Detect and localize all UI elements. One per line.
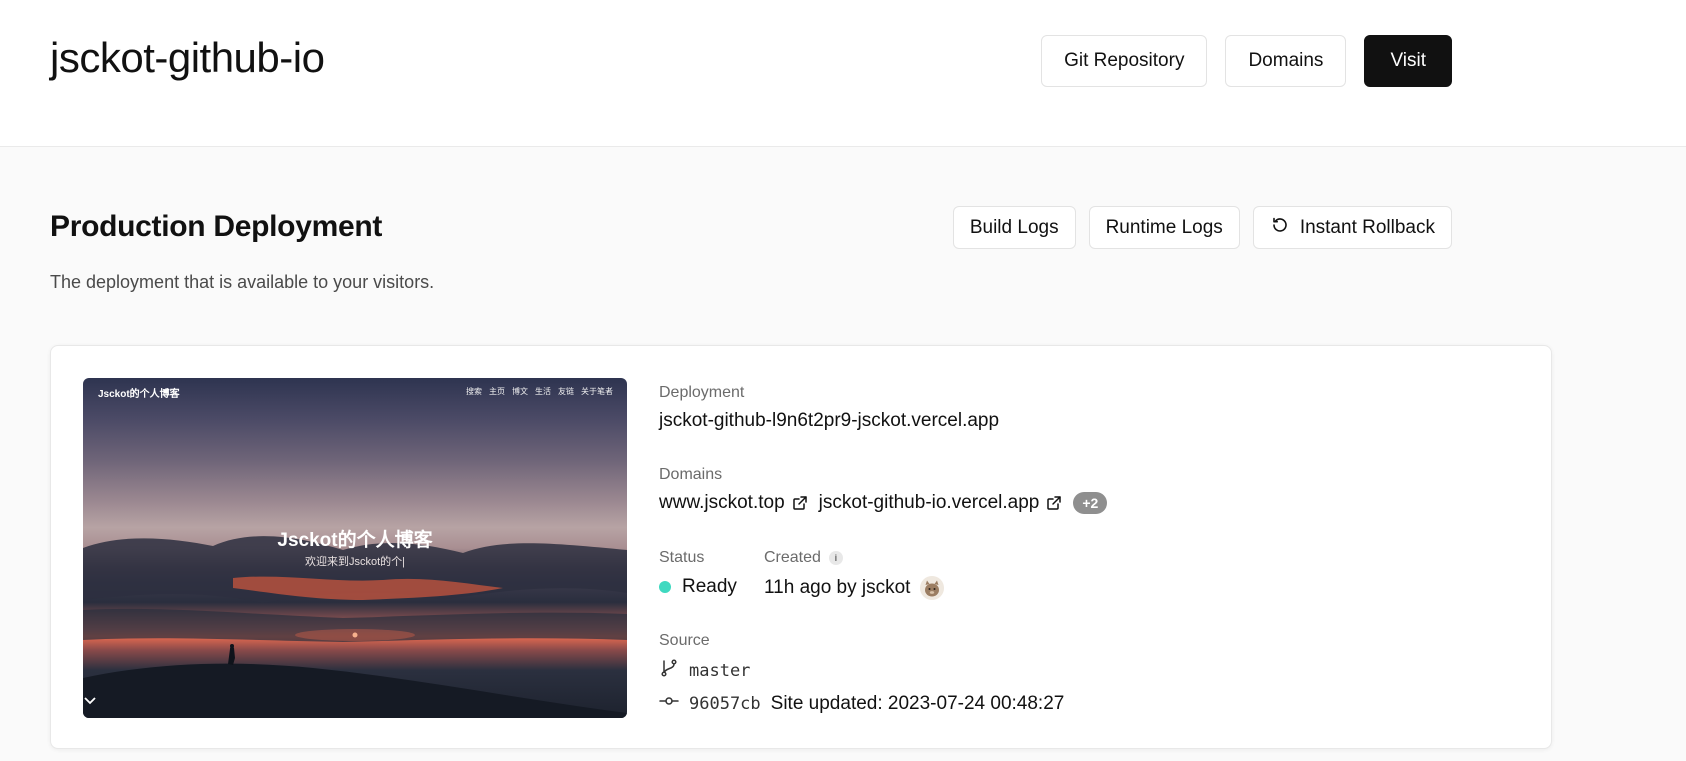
preview-hero-title: Jsckot的个人博客 xyxy=(277,530,433,551)
preview-nav-item: 友链 xyxy=(558,387,574,396)
status-text: Ready xyxy=(682,576,737,597)
visit-button[interactable]: Visit xyxy=(1364,35,1452,87)
git-branch-icon xyxy=(659,658,679,683)
created-value: 11h ago by jsckot xyxy=(764,576,945,600)
build-logs-button[interactable]: Build Logs xyxy=(952,206,1076,249)
git-commit-icon xyxy=(659,691,679,716)
created-column: Created i 11h ago by jsckot xyxy=(764,549,945,600)
domain-text: jsckot-github-io.vercel.app xyxy=(818,492,1040,513)
header-actions: Git Repository Domains Visit xyxy=(1041,35,1452,87)
external-link-icon xyxy=(792,495,808,511)
domains-row: Domains www.jsckot.top jsckot-github-io.… xyxy=(659,466,1459,514)
preview-hero-subtitle: 欢迎来到Jsckot的个| xyxy=(304,556,406,568)
source-row: Source master 96057cb Site updated: 2023… xyxy=(659,632,1259,716)
runtime-logs-button[interactable]: Runtime Logs xyxy=(1088,206,1240,249)
info-icon[interactable]: i xyxy=(828,551,843,565)
deployment-row: Deployment jsckot-github-l9n6t2pr9-jscko… xyxy=(659,384,1359,432)
domains-button[interactable]: Domains xyxy=(1225,35,1347,87)
section-description: The deployment that is available to your… xyxy=(50,272,435,292)
status-created-row: Status Ready Created i 11h ago by jsckot xyxy=(659,549,1059,609)
source-label: Source xyxy=(659,632,710,649)
project-title: jsckot-github-io xyxy=(50,34,325,81)
project-header: jsckot-github-io Git Repository Domains … xyxy=(0,0,1686,147)
preview-nav-item: 关于笔者 xyxy=(581,387,613,396)
commit-line[interactable]: 96057cb Site updated: 2023-07-24 00:48:2… xyxy=(659,691,1259,716)
more-domains-badge[interactable]: +2 xyxy=(1073,492,1108,514)
deployment-preview[interactable]: Jsckot的个人博客 搜索 主页 博文 生活 友链 关于笔者 Jsckot的个… xyxy=(83,378,627,718)
commit-hash: 96057cb xyxy=(689,693,761,714)
domains-label: Domains xyxy=(659,466,723,483)
preview-nav-item: 主页 xyxy=(489,387,505,396)
preview-nav: 搜索 主页 博文 生活 友链 关于笔者 xyxy=(466,386,613,397)
branch-line[interactable]: master xyxy=(659,658,1259,683)
instant-rollback-label: Instant Rollback xyxy=(1299,216,1435,238)
created-label: Created xyxy=(764,549,821,566)
preview-nav-item: 生活 xyxy=(535,387,551,396)
commit-message: Site updated: 2023-07-24 00:48:27 xyxy=(770,692,1065,714)
section-actions: Build Logs Runtime Logs Instant Rollback xyxy=(952,206,1452,249)
domain-link[interactable]: www.jsckot.top xyxy=(659,492,808,514)
status-label: Status xyxy=(659,549,705,566)
git-repository-button[interactable]: Git Repository xyxy=(1041,35,1208,87)
created-text: 11h ago by jsckot xyxy=(764,577,911,598)
created-label-row: Created i xyxy=(764,549,944,567)
domain-list: www.jsckot.top jsckot-github-io.vercel.a… xyxy=(659,492,1459,514)
branch-name: master xyxy=(689,660,751,681)
rollback-icon xyxy=(1270,215,1290,241)
status-column: Status Ready xyxy=(659,549,737,598)
status-value: Ready xyxy=(659,576,737,598)
preview-nav-item: 搜索 xyxy=(466,387,482,396)
domain-link[interactable]: jsckot-github-io.vercel.app xyxy=(819,492,1063,514)
preview-site-logo: Jsckot的个人博客 xyxy=(98,389,180,400)
production-deployment-card: Jsckot的个人博客 搜索 主页 博文 生活 友链 关于笔者 Jsckot的个… xyxy=(50,345,1552,749)
section-title: Production Deployment xyxy=(50,210,383,243)
status-dot xyxy=(659,581,671,593)
deployment-label: Deployment xyxy=(659,384,745,401)
external-link-icon xyxy=(1046,495,1062,511)
preview-nav-item: 博文 xyxy=(512,387,528,396)
instant-rollback-button[interactable]: Instant Rollback xyxy=(1252,206,1452,249)
domain-text: www.jsckot.top xyxy=(659,492,785,513)
avatar[interactable] xyxy=(920,576,945,600)
deployment-url[interactable]: jsckot-github-l9n6t2pr9-jsckot.vercel.ap… xyxy=(659,410,1359,432)
